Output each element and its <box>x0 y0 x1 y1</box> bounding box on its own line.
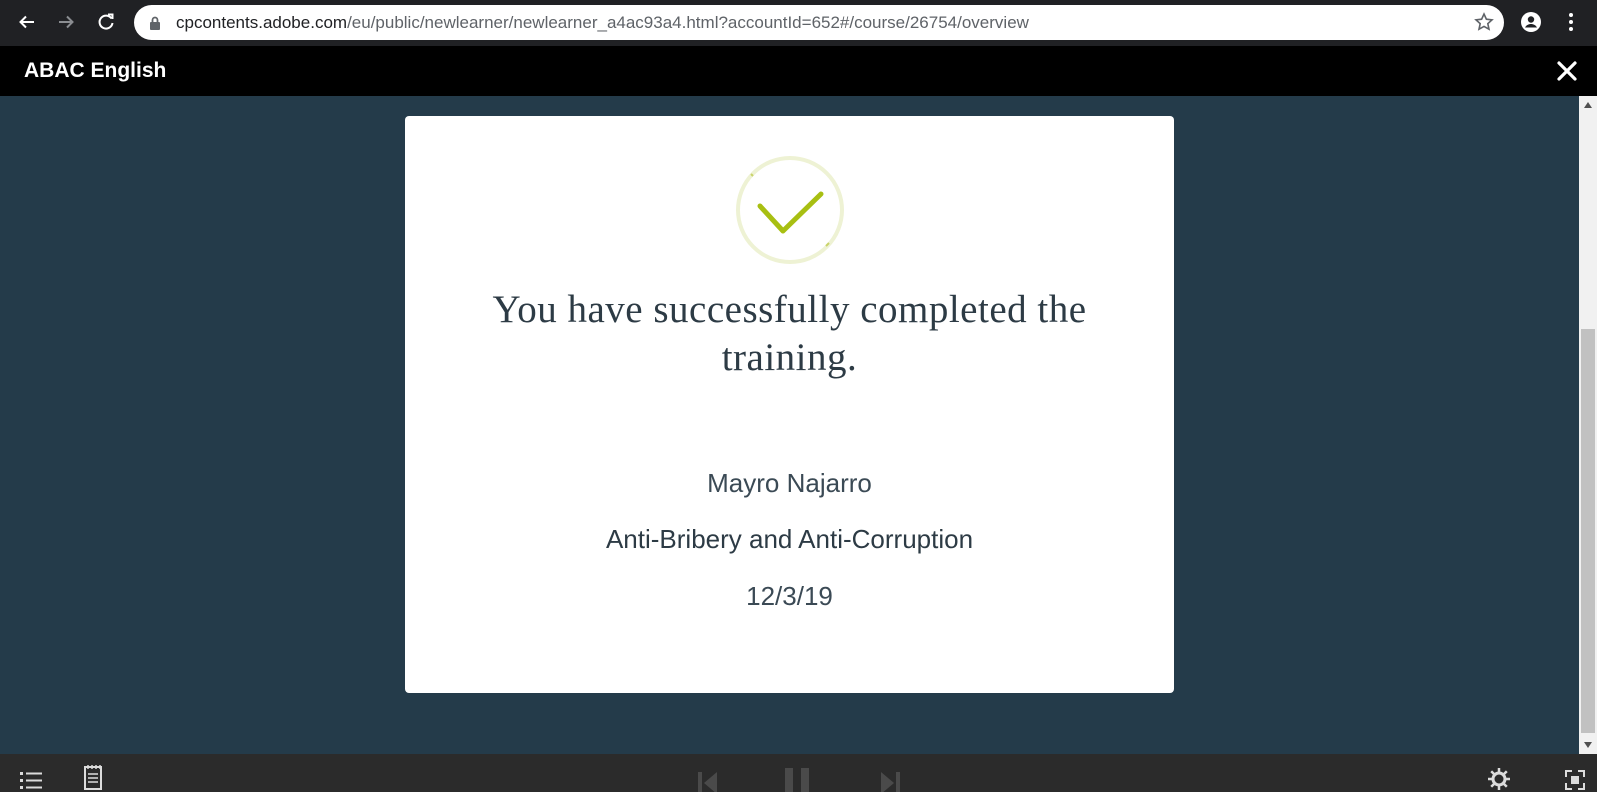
lock-icon <box>148 15 162 36</box>
learner-name: Mayro Najarro <box>707 468 872 498</box>
account-icon[interactable] <box>1518 9 1544 35</box>
player-controls <box>0 754 1597 792</box>
address-bar[interactable]: cpcontents.adobe.com/eu/public/newlearne… <box>134 5 1504 40</box>
completion-card: You have successfully completed the trai… <box>405 116 1174 693</box>
completion-date: 12/3/19 <box>746 581 833 611</box>
vertical-scrollbar[interactable] <box>1579 96 1597 754</box>
app-title: ABAC English <box>24 59 167 82</box>
checkmark-icon <box>734 154 846 266</box>
skip-next-icon[interactable] <box>880 772 900 792</box>
gear-icon[interactable] <box>1488 768 1510 792</box>
skip-previous-icon[interactable] <box>698 772 718 792</box>
url-text: cpcontents.adobe.com/eu/public/newlearne… <box>176 13 1029 33</box>
app-header: ABAC English <box>0 46 1597 96</box>
url-path: /eu/public/newlearner/newlearner_a4ac93a… <box>347 13 1029 32</box>
list-icon[interactable] <box>20 770 42 792</box>
browser-toolbar: cpcontents.adobe.com/eu/public/newlearne… <box>0 0 1597 46</box>
back-arrow-icon[interactable] <box>14 9 40 35</box>
notepad-icon[interactable] <box>84 764 102 792</box>
scroll-thumb[interactable] <box>1581 329 1595 733</box>
more-vert-icon[interactable] <box>1558 9 1584 35</box>
forward-arrow-icon[interactable] <box>53 9 79 35</box>
scroll-down-arrow-icon[interactable] <box>1584 742 1592 748</box>
scroll-up-arrow-icon[interactable] <box>1584 102 1592 108</box>
close-icon[interactable] <box>1555 59 1579 83</box>
fullscreen-icon[interactable] <box>1565 770 1585 792</box>
completion-heading: You have successfully completed the trai… <box>492 288 1087 379</box>
reload-icon[interactable] <box>93 9 119 35</box>
star-icon[interactable] <box>1474 12 1494 37</box>
course-name: Anti-Bribery and Anti-Corruption <box>605 524 974 554</box>
url-host: cpcontents.adobe.com <box>176 13 348 32</box>
content-area: You have successfully completed the trai… <box>0 96 1579 754</box>
pause-icon[interactable] <box>784 768 810 792</box>
